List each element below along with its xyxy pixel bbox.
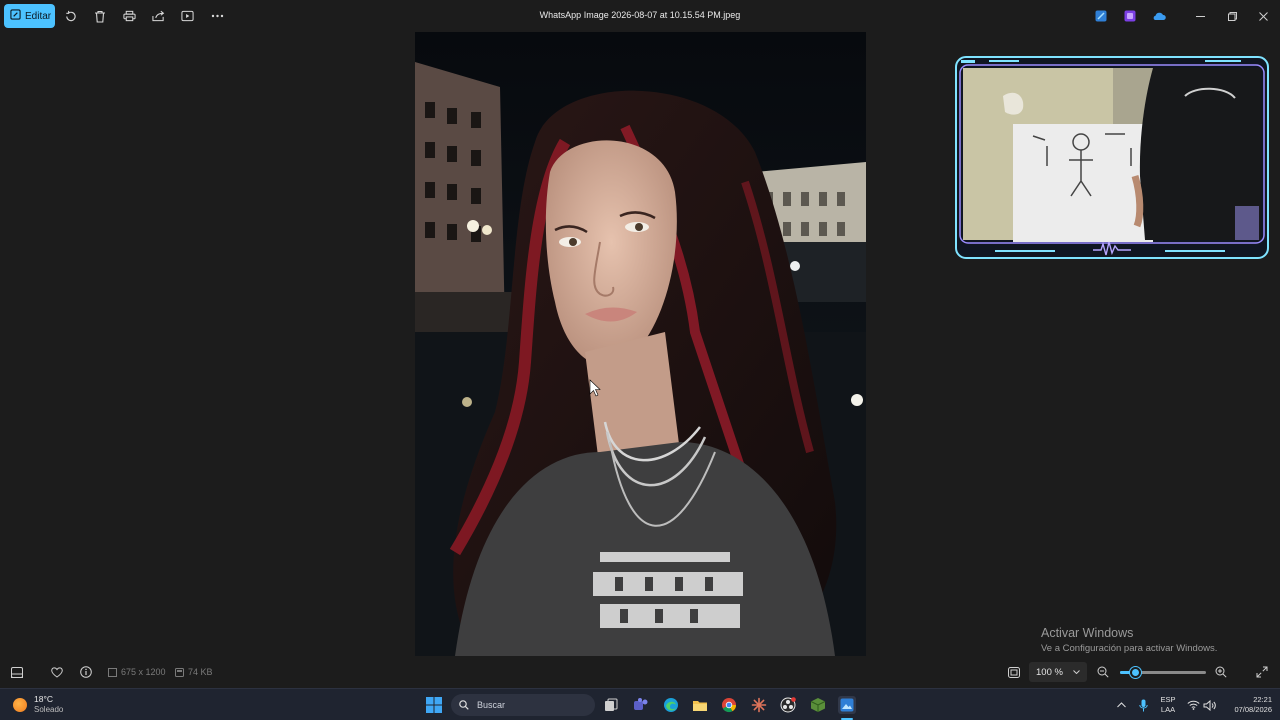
zoom-value: 100 %	[1036, 666, 1063, 678]
minecraft-icon[interactable]	[809, 696, 827, 714]
clock-time: 22:21	[1253, 695, 1272, 704]
window-title: WhatsApp Image 2026-08-07 at 10.15.54 PM…	[539, 10, 741, 20]
zoom-slider-thumb[interactable]	[1130, 667, 1141, 678]
image-dimensions: 675 x 1200	[108, 667, 166, 677]
edge-icon[interactable]	[662, 696, 680, 714]
fullscreen-icon[interactable]	[1255, 665, 1269, 679]
minimize-icon[interactable]	[1192, 8, 1208, 24]
weather-condition[interactable]: Soleado	[34, 705, 63, 714]
language-code: ESP	[1160, 695, 1176, 704]
input-language[interactable]: ESP LAA	[1156, 695, 1180, 715]
photos-app-window: Editar WhatsApp Image 2026-08-07 at 10.1…	[0, 0, 1280, 688]
file-explorer-icon[interactable]	[691, 696, 709, 714]
clock[interactable]: 22:21 07/08/2026	[1222, 695, 1272, 715]
delete-icon[interactable]	[92, 8, 108, 24]
maximize-icon[interactable]	[1224, 8, 1240, 24]
webcam-overlay[interactable]	[955, 56, 1269, 259]
filmstrip-icon[interactable]	[10, 665, 24, 679]
more-icon[interactable]	[209, 8, 225, 24]
file-size: 74 KB	[175, 667, 213, 677]
activation-watermark: Activar Windows Ve a Configuración para …	[1041, 626, 1217, 654]
share-icon[interactable]	[150, 8, 166, 24]
zoom-dropdown[interactable]: 100 %	[1029, 662, 1087, 682]
dimensions-value: 675 x 1200	[121, 667, 166, 677]
windows-taskbar: 18°C Soleado Buscar ESP LAA 22:21 07/08/…	[0, 688, 1280, 720]
displayed-photo[interactable]	[415, 32, 866, 656]
zoom-slider[interactable]	[1120, 667, 1206, 678]
obs-icon[interactable]	[779, 696, 797, 714]
zoom-out-icon[interactable]	[1096, 665, 1110, 679]
fit-to-window-icon[interactable]	[1007, 665, 1021, 679]
dimensions-icon	[108, 667, 117, 677]
teams-icon[interactable]	[632, 696, 650, 714]
search-icon	[459, 700, 469, 710]
photos-taskbar-icon[interactable]	[838, 696, 856, 714]
slideshow-icon[interactable]	[179, 8, 195, 24]
favorite-icon[interactable]	[50, 665, 64, 679]
keyboard-layout: LAA	[1160, 705, 1176, 714]
chevron-up-icon[interactable]	[1112, 696, 1130, 714]
rotate-icon[interactable]	[62, 8, 78, 24]
photo-editor-app-icon[interactable]	[1093, 8, 1109, 24]
chrome-icon[interactable]	[720, 696, 738, 714]
taskbar-search[interactable]: Buscar	[451, 694, 595, 716]
volume-icon[interactable]	[1200, 696, 1218, 714]
zoom-in-icon[interactable]	[1214, 665, 1228, 679]
edit-label: Editar	[25, 10, 52, 22]
claude-icon[interactable]	[750, 696, 768, 714]
search-placeholder: Buscar	[477, 700, 506, 710]
print-icon[interactable]	[121, 8, 137, 24]
chevron-down-icon	[1073, 670, 1080, 674]
onedrive-icon[interactable]	[1151, 8, 1167, 24]
file-size-icon	[175, 667, 184, 677]
edit-icon	[10, 9, 21, 23]
microphone-icon[interactable]	[1134, 696, 1152, 714]
task-view-icon[interactable]	[602, 696, 620, 714]
watermark-title: Activar Windows	[1041, 626, 1134, 640]
clipchamp-icon[interactable]	[1122, 8, 1138, 24]
sun-icon[interactable]	[13, 698, 27, 712]
info-icon[interactable]	[79, 665, 93, 679]
weather-temperature[interactable]: 18°C	[34, 694, 53, 704]
start-icon[interactable]	[425, 696, 443, 714]
clock-date: 07/08/2026	[1234, 705, 1272, 714]
watermark-subtitle: Ve a Configuración para activar Windows.	[1041, 643, 1218, 654]
close-icon[interactable]	[1255, 8, 1271, 24]
title-bar: Editar WhatsApp Image 2026-08-07 at 10.1…	[0, 0, 1280, 32]
edit-button[interactable]: Editar	[4, 4, 55, 28]
file-size-value: 74 KB	[188, 667, 213, 677]
